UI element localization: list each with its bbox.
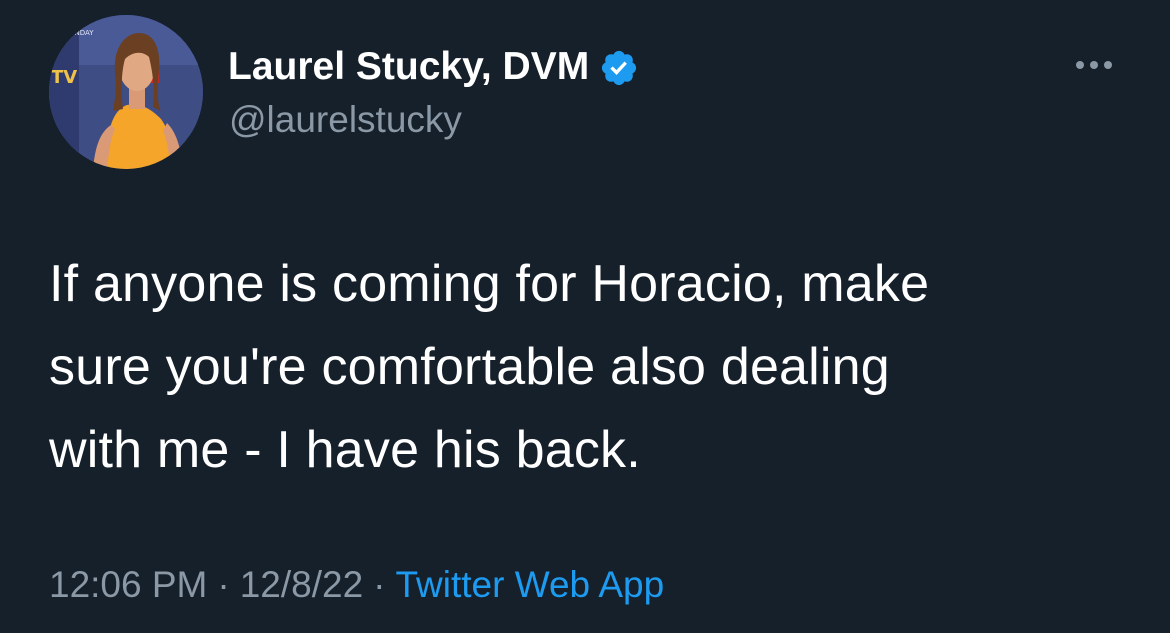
tweet: MONDAY TV Laurel Stucky, DVM @laurelstuc… <box>0 0 1170 633</box>
meta-separator: · <box>373 564 386 605</box>
more-options-button[interactable] <box>1066 50 1122 80</box>
verified-badge-icon <box>599 48 639 88</box>
tweet-text-line: with me - I have his back. <box>49 421 641 479</box>
avatar[interactable]: MONDAY TV <box>49 15 203 169</box>
tweet-text-line: sure you're comfortable also dealing <box>49 338 890 396</box>
tweet-metadata: 12:06 PM · 12/8/22 · Twitter Web App <box>49 562 664 608</box>
meta-separator: · <box>217 564 230 605</box>
more-horizontal-icon-dot <box>1090 61 1098 69</box>
more-horizontal-icon-dot <box>1104 61 1112 69</box>
author-display-name[interactable]: Laurel Stucky, DVM <box>228 44 589 90</box>
more-horizontal-icon <box>1076 61 1084 69</box>
author-name-row: Laurel Stucky, DVM <box>228 44 639 90</box>
tweet-time[interactable]: 12:06 PM <box>49 564 207 605</box>
author-handle[interactable]: @laurelstucky <box>229 97 462 143</box>
tweet-date[interactable]: 12/8/22 <box>240 564 363 605</box>
tweet-text-line: If anyone is coming for Horacio, make <box>49 255 930 313</box>
tweet-source-link[interactable]: Twitter Web App <box>395 564 664 605</box>
avatar-image: MONDAY TV <box>49 15 203 169</box>
svg-text:MONDAY: MONDAY <box>63 29 94 37</box>
svg-text:TV: TV <box>51 67 77 88</box>
tweet-text: If anyone is coming for Horacio, make su… <box>49 243 1139 492</box>
